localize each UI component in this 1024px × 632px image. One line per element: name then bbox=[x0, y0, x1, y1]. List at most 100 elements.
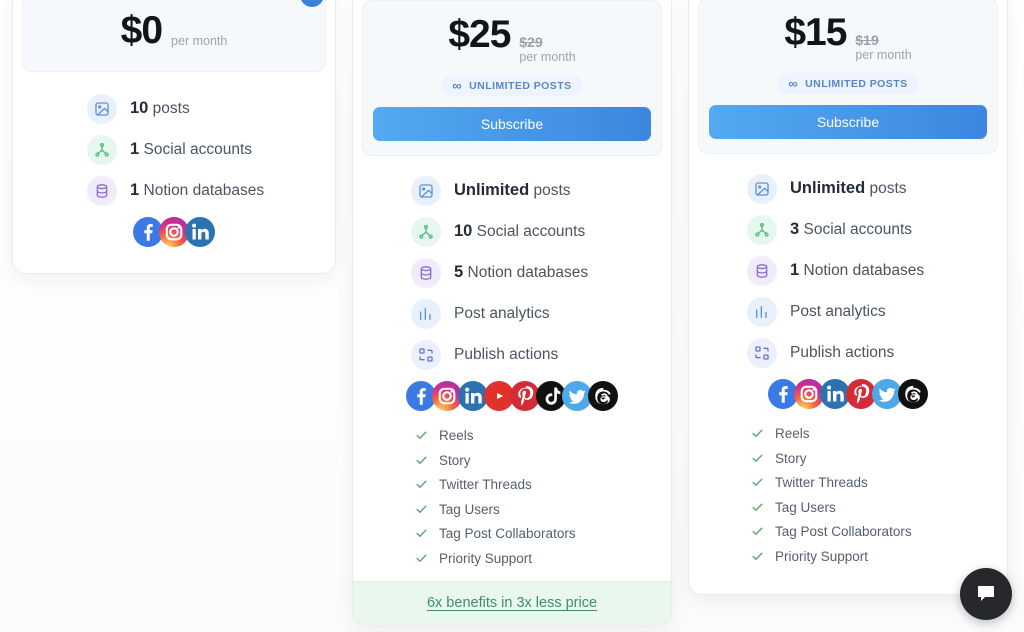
pricing-page: $0 per month 10 posts 1 Social accounts bbox=[0, 0, 1024, 632]
checklist-label: Reels bbox=[439, 428, 474, 444]
database-icon bbox=[411, 257, 441, 288]
analytics-icon bbox=[747, 296, 777, 327]
infinity-icon: ∞ bbox=[788, 76, 799, 92]
threads-icon bbox=[588, 381, 618, 412]
check-icon bbox=[416, 456, 427, 464]
unlimited-posts-badge: ∞ UNLIMITED POSTS bbox=[777, 73, 919, 95]
chat-widget-button[interactable] bbox=[960, 568, 1012, 620]
price-original: $29 bbox=[519, 34, 543, 50]
feature-item: 10 posts bbox=[13, 88, 335, 129]
price-period: per month bbox=[855, 48, 912, 63]
benefit-checklist: Reels Story Twitter Threads Tag Users Tag Po… bbox=[353, 423, 671, 570]
checklist-item: Reels bbox=[751, 421, 1007, 446]
social-icons-row bbox=[13, 217, 335, 247]
feature-label: 10 Social accounts bbox=[454, 222, 586, 241]
feature-label: 1 Notion databases bbox=[130, 181, 265, 199]
price-original: $19 bbox=[855, 32, 879, 48]
unlimited-posts-label: UNLIMITED POSTS bbox=[805, 77, 908, 90]
price-amount: $25 bbox=[448, 13, 511, 56]
image-icon bbox=[747, 173, 777, 204]
price-panel: $25 $29 per month ∞ UNLIMITED POSTS Subs… bbox=[362, 0, 662, 157]
feature-label: 1 Social accounts bbox=[130, 140, 253, 158]
feature-label: Post analytics bbox=[790, 302, 886, 320]
feature-item: 10 Social accounts bbox=[353, 211, 671, 252]
feature-item: 1 Notion databases bbox=[689, 250, 1007, 291]
feature-list: Unlimited posts 3 Social accounts 1 Noti… bbox=[689, 154, 1007, 373]
price-period: per month bbox=[171, 34, 228, 48]
database-icon bbox=[747, 255, 777, 286]
feature-label: Unlimited posts bbox=[454, 181, 571, 200]
checklist-item: Story bbox=[751, 446, 1007, 471]
feature-item: Post analytics bbox=[353, 293, 671, 334]
checklist-label: Twitter Threads bbox=[775, 475, 868, 491]
analytics-icon bbox=[411, 298, 441, 329]
network-icon bbox=[747, 214, 777, 245]
check-icon bbox=[416, 505, 427, 513]
feature-item: Publish actions bbox=[353, 334, 671, 375]
checklist-item: Tag Users bbox=[415, 497, 671, 522]
database-icon bbox=[87, 175, 117, 206]
feature-item: Unlimited posts bbox=[353, 170, 671, 211]
checklist-label: Tag Post Collaborators bbox=[775, 524, 912, 540]
promo-link[interactable]: 6x benefits in 3x less price bbox=[427, 595, 597, 611]
check-icon bbox=[752, 429, 763, 438]
price-amount: $0 bbox=[120, 9, 163, 52]
checklist-label: Tag Users bbox=[775, 499, 836, 515]
checklist-label: Priority Support bbox=[439, 550, 533, 566]
checklist-label: Twitter Threads bbox=[439, 477, 532, 493]
checklist-item: Twitter Threads bbox=[751, 470, 1007, 495]
feature-item: Unlimited posts bbox=[689, 168, 1007, 209]
benefit-checklist: Reels Story Twitter Threads Tag Users Tag Po… bbox=[689, 421, 1007, 568]
pricing-card-standard[interactable]: $15 $19 per month ∞ UNLIMITED POSTS Subs… bbox=[688, 0, 1008, 595]
subscribe-button[interactable]: Subscribe bbox=[373, 107, 651, 142]
feature-label: 5 Notion databases bbox=[454, 263, 589, 282]
feature-list: Unlimited posts 10 Social accounts 5 Not… bbox=[353, 156, 671, 375]
check-icon bbox=[416, 529, 427, 538]
check-icon bbox=[416, 480, 427, 489]
chat-bubble-icon bbox=[978, 586, 994, 601]
checklist-item: Tag Post Collaborators bbox=[751, 519, 1007, 544]
checklist-label: Priority Support bbox=[775, 548, 869, 564]
pricing-card-pro[interactable]: $25 $29 per month ∞ UNLIMITED POSTS Subs… bbox=[352, 0, 672, 626]
checklist-label: Story bbox=[775, 450, 807, 466]
pricing-card-free[interactable]: $0 per month 10 posts 1 Social accounts bbox=[12, 0, 336, 274]
promo-banner[interactable]: 6x benefits in 3x less price bbox=[353, 581, 671, 625]
check-icon bbox=[752, 503, 763, 511]
checklist-label: Story bbox=[439, 452, 471, 468]
feature-label: Publish actions bbox=[790, 343, 895, 361]
checklist-item: Tag Post Collaborators bbox=[415, 521, 671, 546]
price-panel: $0 per month bbox=[22, 0, 326, 72]
feature-label: Unlimited posts bbox=[790, 179, 907, 198]
network-icon bbox=[87, 134, 117, 165]
publish-icon bbox=[747, 337, 777, 368]
check-icon bbox=[752, 454, 763, 462]
threads-icon bbox=[898, 379, 928, 410]
price-period: per month bbox=[519, 50, 576, 65]
check-icon bbox=[416, 554, 427, 562]
feature-label: Post analytics bbox=[454, 304, 550, 322]
image-icon bbox=[411, 175, 441, 206]
feature-item: Post analytics bbox=[689, 291, 1007, 332]
check-icon bbox=[752, 527, 763, 536]
checklist-label: Reels bbox=[775, 426, 810, 442]
checklist-item: Story bbox=[415, 448, 671, 473]
unlimited-posts-label: UNLIMITED POSTS bbox=[469, 79, 572, 92]
unlimited-posts-badge: ∞ UNLIMITED POSTS bbox=[441, 75, 583, 97]
checklist-item: Priority Support bbox=[415, 546, 671, 571]
feature-item: 1 Social accounts bbox=[13, 129, 335, 170]
social-icons-row bbox=[353, 381, 671, 412]
feature-label: Publish actions bbox=[454, 345, 559, 363]
subscribe-button[interactable]: Subscribe bbox=[709, 105, 987, 140]
feature-label: 1 Notion databases bbox=[790, 261, 925, 280]
price-amount: $15 bbox=[784, 11, 847, 54]
linkedin-icon bbox=[185, 217, 215, 247]
publish-icon bbox=[411, 339, 441, 370]
check-icon bbox=[416, 431, 427, 440]
network-icon bbox=[411, 216, 441, 247]
feature-item: 5 Notion databases bbox=[353, 252, 671, 293]
feature-item: Publish actions bbox=[689, 332, 1007, 373]
feature-label: 10 posts bbox=[130, 99, 190, 117]
check-icon bbox=[752, 478, 763, 487]
checklist-item: Twitter Threads bbox=[415, 472, 671, 497]
checklist-label: Tag Post Collaborators bbox=[439, 526, 576, 542]
